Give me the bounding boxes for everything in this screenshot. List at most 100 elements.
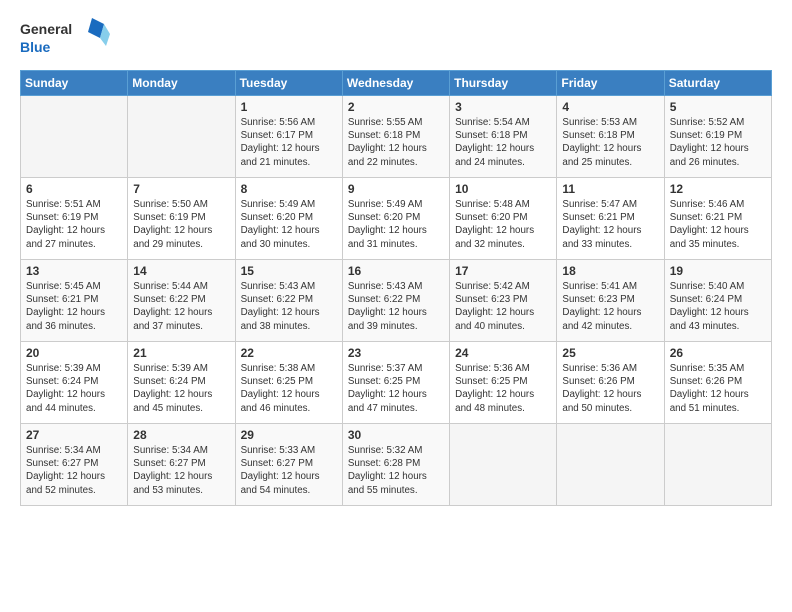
day-number: 8	[241, 182, 337, 196]
day-number: 9	[348, 182, 444, 196]
calendar-cell: 30 Sunrise: 5:32 AM Sunset: 6:28 PM Dayli…	[342, 424, 449, 506]
day-info: Sunrise: 5:33 AM Sunset: 6:27 PM Dayligh…	[241, 444, 337, 497]
day-info: Sunrise: 5:43 AM Sunset: 6:22 PM Dayligh…	[241, 280, 337, 333]
calendar-cell: 4 Sunrise: 5:53 AM Sunset: 6:18 PM Daylig…	[557, 96, 664, 178]
calendar-header-sunday: Sunday	[21, 71, 128, 96]
day-info: Sunrise: 5:41 AM Sunset: 6:23 PM Dayligh…	[562, 280, 658, 333]
calendar-cell: 20 Sunrise: 5:39 AM Sunset: 6:24 PM Dayli…	[21, 342, 128, 424]
day-info: Sunrise: 5:42 AM Sunset: 6:23 PM Dayligh…	[455, 280, 551, 333]
day-number: 20	[26, 346, 122, 360]
calendar-cell: 6 Sunrise: 5:51 AM Sunset: 6:19 PM Daylig…	[21, 178, 128, 260]
day-info: Sunrise: 5:51 AM Sunset: 6:19 PM Dayligh…	[26, 198, 122, 251]
day-info: Sunrise: 5:35 AM Sunset: 6:26 PM Dayligh…	[670, 362, 766, 415]
day-number: 18	[562, 264, 658, 278]
logo: General Blue	[20, 16, 110, 60]
calendar-header-monday: Monday	[128, 71, 235, 96]
calendar-cell: 23Sunrise: 5:37 AM Sunset: 6:25 PM Dayli…	[342, 342, 449, 424]
day-info: Sunrise: 5:32 AM Sunset: 6:28 PM Dayligh…	[348, 444, 444, 497]
calendar-week-1: 1Sunrise: 5:56 AM Sunset: 6:17 PM Daylig…	[21, 96, 772, 178]
day-info: Sunrise: 5:49 AM Sunset: 6:20 PM Dayligh…	[241, 198, 337, 251]
day-number: 29	[241, 428, 337, 442]
day-info: Sunrise: 5:46 AM Sunset: 6:21 PM Dayligh…	[670, 198, 766, 251]
day-number: 25	[562, 346, 658, 360]
day-info: Sunrise: 5:36 AM Sunset: 6:26 PM Dayligh…	[562, 362, 658, 415]
calendar-cell	[450, 424, 557, 506]
day-number: 3	[455, 100, 551, 114]
calendar-cell: 5 Sunrise: 5:52 AM Sunset: 6:19 PM Daylig…	[664, 96, 771, 178]
calendar-cell: 17Sunrise: 5:42 AM Sunset: 6:23 PM Dayli…	[450, 260, 557, 342]
day-info: Sunrise: 5:47 AM Sunset: 6:21 PM Dayligh…	[562, 198, 658, 251]
calendar-cell: 18 Sunrise: 5:41 AM Sunset: 6:23 PM Dayli…	[557, 260, 664, 342]
day-info: Sunrise: 5:39 AM Sunset: 6:24 PM Dayligh…	[26, 362, 122, 415]
calendar-header-tuesday: Tuesday	[235, 71, 342, 96]
calendar-cell: 19Sunrise: 5:40 AM Sunset: 6:24 PM Dayli…	[664, 260, 771, 342]
day-info: Sunrise: 5:48 AM Sunset: 6:20 PM Dayligh…	[455, 198, 551, 251]
day-number: 12	[670, 182, 766, 196]
day-info: Sunrise: 5:34 AM Sunset: 6:27 PM Dayligh…	[26, 444, 122, 497]
calendar-cell: 22 Sunrise: 5:38 AM Sunset: 6:25 PM Dayli…	[235, 342, 342, 424]
calendar-cell: 9 Sunrise: 5:49 AM Sunset: 6:20 PM Daylig…	[342, 178, 449, 260]
calendar-cell: 27Sunrise: 5:34 AM Sunset: 6:27 PM Dayli…	[21, 424, 128, 506]
calendar-header-thursday: Thursday	[450, 71, 557, 96]
day-number: 13	[26, 264, 122, 278]
day-number: 5	[670, 100, 766, 114]
calendar-cell: 14 Sunrise: 5:44 AM Sunset: 6:22 PM Dayli…	[128, 260, 235, 342]
calendar-cell: 16 Sunrise: 5:43 AM Sunset: 6:22 PM Dayli…	[342, 260, 449, 342]
calendar-week-2: 6 Sunrise: 5:51 AM Sunset: 6:19 PM Daylig…	[21, 178, 772, 260]
day-info: Sunrise: 5:43 AM Sunset: 6:22 PM Dayligh…	[348, 280, 444, 333]
calendar-cell: 12 Sunrise: 5:46 AM Sunset: 6:21 PM Dayli…	[664, 178, 771, 260]
calendar-cell: 3 Sunrise: 5:54 AM Sunset: 6:18 PM Daylig…	[450, 96, 557, 178]
calendar-cell: 8 Sunrise: 5:49 AM Sunset: 6:20 PM Daylig…	[235, 178, 342, 260]
calendar-cell: 28Sunrise: 5:34 AM Sunset: 6:27 PM Dayli…	[128, 424, 235, 506]
day-number: 21	[133, 346, 229, 360]
day-info: Sunrise: 5:50 AM Sunset: 6:19 PM Dayligh…	[133, 198, 229, 251]
calendar-cell: 10Sunrise: 5:48 AM Sunset: 6:20 PM Dayli…	[450, 178, 557, 260]
calendar-week-5: 27Sunrise: 5:34 AM Sunset: 6:27 PM Dayli…	[21, 424, 772, 506]
day-number: 7	[133, 182, 229, 196]
day-info: Sunrise: 5:55 AM Sunset: 6:18 PM Dayligh…	[348, 116, 444, 169]
day-info: Sunrise: 5:38 AM Sunset: 6:25 PM Dayligh…	[241, 362, 337, 415]
day-info: Sunrise: 5:44 AM Sunset: 6:22 PM Dayligh…	[133, 280, 229, 333]
calendar-header-wednesday: Wednesday	[342, 71, 449, 96]
calendar-cell: 1Sunrise: 5:56 AM Sunset: 6:17 PM Daylig…	[235, 96, 342, 178]
calendar-table: SundayMondayTuesdayWednesdayThursdayFrid…	[20, 70, 772, 506]
day-info: Sunrise: 5:36 AM Sunset: 6:25 PM Dayligh…	[455, 362, 551, 415]
calendar-cell	[128, 96, 235, 178]
day-info: Sunrise: 5:49 AM Sunset: 6:20 PM Dayligh…	[348, 198, 444, 251]
calendar-cell	[664, 424, 771, 506]
day-number: 15	[241, 264, 337, 278]
day-number: 14	[133, 264, 229, 278]
day-info: Sunrise: 5:39 AM Sunset: 6:24 PM Dayligh…	[133, 362, 229, 415]
day-info: Sunrise: 5:52 AM Sunset: 6:19 PM Dayligh…	[670, 116, 766, 169]
day-number: 30	[348, 428, 444, 442]
calendar-cell: 24 Sunrise: 5:36 AM Sunset: 6:25 PM Dayli…	[450, 342, 557, 424]
day-number: 26	[670, 346, 766, 360]
day-info: Sunrise: 5:40 AM Sunset: 6:24 PM Dayligh…	[670, 280, 766, 333]
header: General Blue	[20, 16, 772, 60]
calendar-cell	[557, 424, 664, 506]
calendar-header-saturday: Saturday	[664, 71, 771, 96]
day-number: 22	[241, 346, 337, 360]
calendar-cell: 25 Sunrise: 5:36 AM Sunset: 6:26 PM Dayli…	[557, 342, 664, 424]
day-info: Sunrise: 5:53 AM Sunset: 6:18 PM Dayligh…	[562, 116, 658, 169]
svg-text:Blue: Blue	[20, 39, 51, 55]
calendar-cell: 7 Sunrise: 5:50 AM Sunset: 6:19 PM Daylig…	[128, 178, 235, 260]
calendar-week-3: 13 Sunrise: 5:45 AM Sunset: 6:21 PM Dayli…	[21, 260, 772, 342]
day-info: Sunrise: 5:45 AM Sunset: 6:21 PM Dayligh…	[26, 280, 122, 333]
calendar-cell: 29 Sunrise: 5:33 AM Sunset: 6:27 PM Dayli…	[235, 424, 342, 506]
calendar-header-friday: Friday	[557, 71, 664, 96]
day-number: 4	[562, 100, 658, 114]
calendar-cell: 15 Sunrise: 5:43 AM Sunset: 6:22 PM Dayli…	[235, 260, 342, 342]
day-number: 23	[348, 346, 444, 360]
day-info: Sunrise: 5:56 AM Sunset: 6:17 PM Dayligh…	[241, 116, 337, 169]
day-number: 2	[348, 100, 444, 114]
day-number: 16	[348, 264, 444, 278]
day-info: Sunrise: 5:34 AM Sunset: 6:27 PM Dayligh…	[133, 444, 229, 497]
calendar-cell: 11 Sunrise: 5:47 AM Sunset: 6:21 PM Dayli…	[557, 178, 664, 260]
day-number: 24	[455, 346, 551, 360]
calendar-cell: 13 Sunrise: 5:45 AM Sunset: 6:21 PM Dayli…	[21, 260, 128, 342]
day-number: 11	[562, 182, 658, 196]
generalblue-logo: General Blue	[20, 16, 110, 60]
day-info: Sunrise: 5:54 AM Sunset: 6:18 PM Dayligh…	[455, 116, 551, 169]
day-number: 6	[26, 182, 122, 196]
